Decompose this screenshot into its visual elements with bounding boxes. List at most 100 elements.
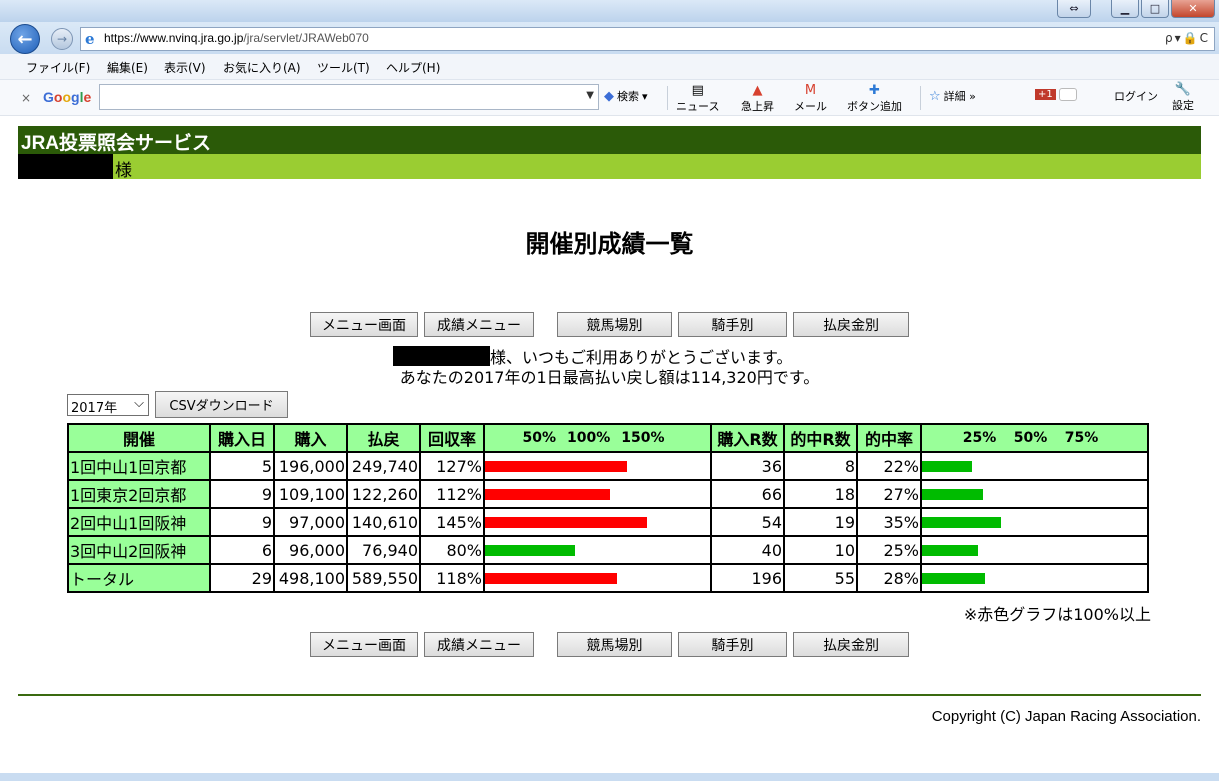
return-rate-cell: 127% (421, 453, 483, 479)
hit-bar-cell (922, 481, 1147, 507)
menu-tools[interactable]: ツール(T) (317, 59, 370, 76)
results-menu-button[interactable]: 成績メニュー (424, 312, 534, 337)
mail-button[interactable]: M メール (794, 83, 827, 114)
menu-screen-button[interactable]: メニュー画面 (310, 312, 418, 337)
hit-rate-cell: 27% (858, 481, 920, 507)
page-title: 開催別成績一覧 (525, 230, 694, 258)
hit-rate-bar (922, 489, 983, 500)
purchase-cell: 96,000 (275, 537, 346, 563)
dropdown-arrow-icon[interactable]: ▼ (586, 90, 594, 101)
hit-rate-cell: 28% (858, 565, 920, 591)
header-return-scale: 50% 100% 150% (485, 425, 710, 451)
races-cell: 40 (712, 537, 783, 563)
races-cell: 196 (712, 565, 783, 591)
forward-button[interactable]: → (51, 28, 73, 50)
ie-page-icon: e (85, 30, 95, 48)
logo-letter: o (62, 89, 72, 105)
settings-button[interactable]: 🔧 設定 (1172, 82, 1194, 113)
plus-one-label: +1 (1035, 89, 1056, 100)
back-button[interactable]: ← (10, 24, 40, 54)
kaisai-name: 1回中山1回京都 (69, 453, 209, 479)
kaisai-name: 3回中山2回阪神 (69, 537, 209, 563)
payout-cell: 76,940 (348, 537, 419, 563)
hits-cell: 55 (785, 565, 856, 591)
hit-rate-bar (922, 545, 978, 556)
by-payout-button[interactable]: 払戻金別 (793, 632, 909, 657)
purchase-cell: 498,100 (275, 565, 346, 591)
hit-rate-cell: 35% (858, 509, 920, 535)
chevron-down-icon: ⌵ (134, 396, 144, 411)
url-text[interactable]: https://www.nvinq.jra.go.jp/jra/servlet/… (104, 31, 369, 45)
days-cell: 9 (211, 509, 273, 535)
logo-letter: g (71, 89, 80, 105)
news-button[interactable]: ▤ ニュース (676, 83, 719, 114)
menu-help[interactable]: ヘルプ(H) (386, 59, 440, 76)
scale-tick: 50% (522, 430, 556, 446)
year-value: 2017年 (71, 401, 118, 416)
details-button[interactable]: ☆ 詳細 » (929, 88, 976, 104)
csv-download-button[interactable]: CSVダウンロード (155, 391, 288, 418)
hit-scale: 25% 50% 75% (924, 430, 1145, 446)
google-search-input[interactable]: ▼ (99, 84, 599, 110)
return-rate-cell: 145% (421, 509, 483, 535)
by-racecourse-button[interactable]: 競馬場別 (557, 312, 672, 337)
google-toolbar: × Google ▼ ◆ 検索 ▾ ▤ ニュース ▲ 急上昇 M メール ✚ ボタン追加 … (0, 80, 1219, 116)
header-payout: 払戻 (348, 425, 419, 451)
google-search-icon: ◆ (604, 88, 614, 104)
menu-edit[interactable]: 編集(E) (107, 59, 148, 76)
news-icon: ▤ (691, 83, 704, 98)
scale-tick: 25% (962, 430, 997, 446)
by-racecourse-button[interactable]: 競馬場別 (557, 632, 672, 657)
races-cell: 66 (712, 481, 783, 507)
arrow-up-icon: ▲ (752, 83, 763, 98)
hit-rate-bar (922, 517, 1001, 528)
add-button-button[interactable]: ✚ ボタン追加 (847, 83, 902, 114)
payout-cell: 589,550 (348, 565, 419, 591)
maximize-button[interactable]: □ (1141, 0, 1169, 18)
address-bar[interactable]: e https://www.nvinq.jra.go.jp/jra/servle… (80, 27, 1215, 51)
return-bar-cell (485, 481, 710, 507)
days-cell: 6 (211, 537, 273, 563)
wrench-icon: 🔧 (1174, 82, 1192, 97)
plus-one-button[interactable]: +1 (1035, 88, 1077, 101)
close-window-button[interactable]: ✕ (1171, 0, 1215, 18)
results-menu-button[interactable]: 成績メニュー (424, 632, 534, 657)
logo-letter: G (43, 89, 54, 105)
menu-view[interactable]: 表示(V) (164, 59, 206, 76)
copyright: Copyright (C) Japan Racing Association. (931, 708, 1201, 725)
google-logo: Google (43, 89, 91, 105)
minimize-button[interactable]: ▁ (1111, 0, 1139, 18)
by-jockey-button[interactable]: 騎手別 (678, 312, 787, 337)
search-label: 検索 (617, 90, 639, 103)
by-payout-button[interactable]: 払戻金別 (793, 312, 909, 337)
hit-bar-cell (922, 509, 1147, 535)
table-row: 1回東京2回京都 9 109,100 122,260 112% 66 18 27% (69, 481, 1147, 507)
google-search-button[interactable]: ◆ 検索 ▾ (604, 88, 648, 104)
restore-dual-icon[interactable]: ⇔ (1057, 0, 1091, 18)
return-rate-bar (485, 517, 647, 528)
navigation-bar: ← → e https://www.nvinq.jra.go.jp/jra/se… (0, 22, 1219, 54)
table-row: 1回中山1回京都 5 196,000 249,740 127% 36 8 22% (69, 453, 1147, 479)
menu-screen-button[interactable]: メニュー画面 (310, 632, 418, 657)
return-bar-cell (485, 537, 710, 563)
menu-favorites[interactable]: お気に入り(A) (223, 59, 301, 76)
return-rate-cell: 112% (421, 481, 483, 507)
menu-file[interactable]: ファイル(F) (26, 59, 90, 76)
window-controls: ⇔ ▁ □ ✕ (1057, 0, 1215, 18)
scale-tick: 100% (566, 430, 611, 446)
user-honorific: 様 (115, 161, 132, 181)
close-toolbar-icon[interactable]: × (21, 91, 31, 105)
days-cell: 29 (211, 565, 273, 591)
header-kaisai: 開催 (69, 425, 209, 451)
kaisai-name: トータル (69, 565, 209, 591)
hit-rate-bar (922, 461, 972, 472)
trending-button[interactable]: ▲ 急上昇 (741, 83, 774, 114)
login-button[interactable]: ログイン (1114, 88, 1158, 104)
header-races: 購入R数 (712, 425, 783, 451)
by-jockey-button[interactable]: 騎手別 (678, 632, 787, 657)
year-select[interactable]: 2017年 ⌵ (67, 394, 149, 416)
trending-label: 急上昇 (741, 100, 774, 113)
address-tools-icons[interactable]: ρ▾🔒C (1165, 31, 1210, 45)
header-days: 購入日 (211, 425, 273, 451)
payout-cell: 140,610 (348, 509, 419, 535)
